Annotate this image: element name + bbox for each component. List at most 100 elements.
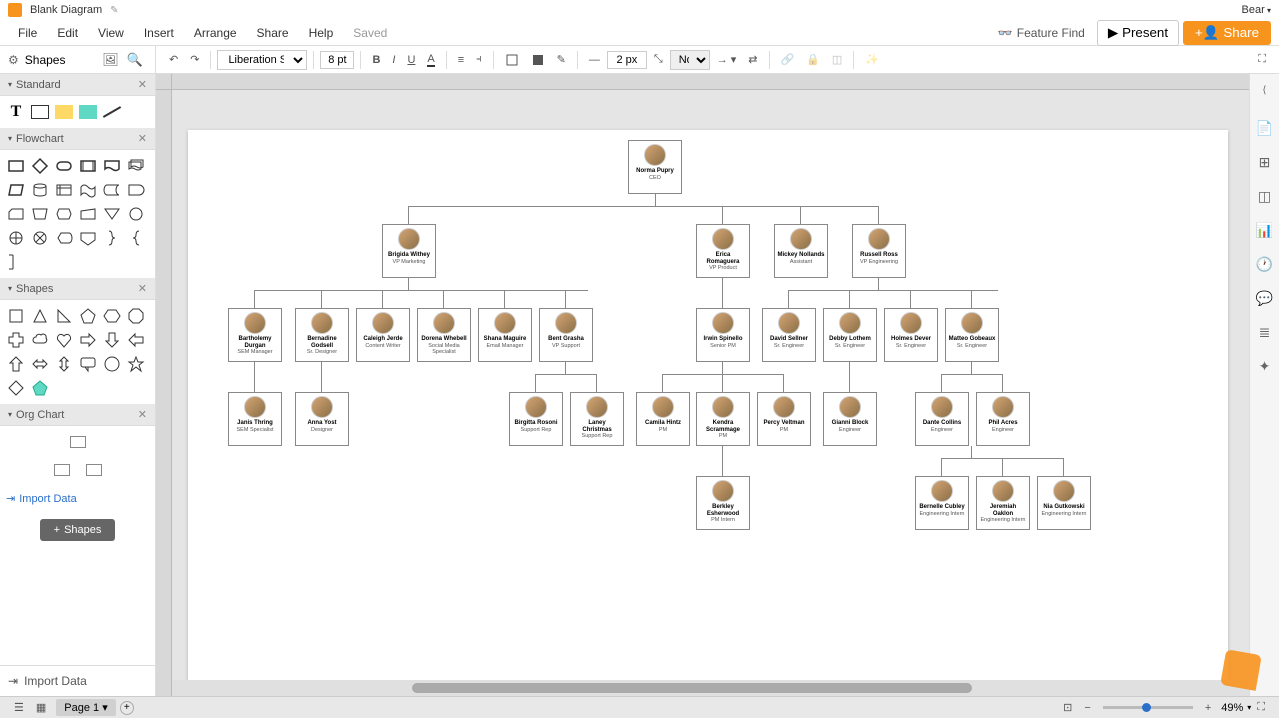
shape-offpage[interactable] [78, 228, 98, 248]
page-tab[interactable]: Page 1 ▾ [56, 699, 115, 716]
shape-note2[interactable] [6, 252, 26, 272]
menu-share[interactable]: Share [247, 22, 299, 44]
line-width-input[interactable] [607, 51, 647, 69]
shape-data[interactable] [6, 180, 26, 200]
line-route-button[interactable]: ⇄ [743, 50, 762, 69]
text-options-button[interactable]: ⫞ [471, 50, 487, 69]
menu-file[interactable]: File [8, 22, 47, 44]
org-node[interactable]: Laney ChristmasSupport Rep [570, 392, 624, 446]
org-node-ceo[interactable]: Norma Pupry CEO [628, 140, 682, 194]
shape-right-tri[interactable] [54, 306, 74, 326]
import-data-footer[interactable]: ⇥ Import Data [0, 665, 155, 696]
shape-heart[interactable] [54, 330, 74, 350]
feature-find-button[interactable]: 👓 Feature Find [990, 22, 1093, 44]
zoom-in-button[interactable]: + [1199, 700, 1217, 716]
document-title[interactable]: Blank Diagram [30, 4, 102, 16]
fill-color-button[interactable] [526, 50, 550, 70]
font-size-input[interactable] [320, 51, 354, 69]
shape-arrow-u[interactable] [6, 354, 26, 374]
section-flowchart[interactable]: ▾ Flowchart ✕ [0, 128, 155, 150]
import-data-link[interactable]: ⇥ Import Data [0, 486, 155, 511]
fill-button[interactable] [500, 50, 524, 70]
shape-document[interactable] [102, 156, 122, 176]
org-node[interactable]: Caleigh JerdeContent Writer [356, 308, 410, 362]
org-node[interactable]: David SellnerSr. Engineer [762, 308, 816, 362]
shape-cross[interactable] [6, 330, 26, 350]
shape-internal[interactable] [54, 180, 74, 200]
font-family-select[interactable]: Liberation Sans [217, 50, 307, 70]
align-button[interactable]: ≡ [453, 51, 469, 69]
shape-rectangle[interactable] [30, 102, 50, 122]
org-node[interactable]: Debby LothemSr. Engineer [823, 308, 877, 362]
canvas-viewport[interactable]: Norma Pupry CEO Brigida WitheyVP Marketi… [172, 90, 1249, 680]
org-node[interactable]: Matteo GobeauxSr. Engineer [945, 308, 999, 362]
present-button[interactable]: ▶ Present [1097, 20, 1179, 46]
shape-process[interactable] [6, 156, 26, 176]
shape-block[interactable] [78, 102, 98, 122]
shape-predefined[interactable] [78, 156, 98, 176]
org-node[interactable]: Kendra ScrammagePM [696, 392, 750, 446]
shape-manual2[interactable] [78, 204, 98, 224]
shape-square[interactable] [6, 306, 26, 326]
section-shapes[interactable]: ▾ Shapes ✕ [0, 278, 155, 300]
border-color-button[interactable]: ✎ [552, 50, 571, 69]
section-orgchart[interactable]: ▾ Org Chart ✕ [0, 404, 155, 426]
org-node[interactable]: Berkley EsherwoodPM Intern [696, 476, 750, 530]
org-node[interactable]: Irwin SpinelloSenior PM [696, 308, 750, 362]
magic-button[interactable]: ✨ [860, 50, 884, 69]
line-options-button[interactable]: ⤡ [649, 50, 668, 69]
org-node[interactable]: Percy VeltmanPM [757, 392, 811, 446]
zoom-slider[interactable] [1103, 706, 1193, 709]
image-icon[interactable]: 🖼 [98, 50, 123, 70]
shape-paper[interactable] [78, 180, 98, 200]
org-node[interactable]: Gianni BlockEngineer [823, 392, 877, 446]
panel-metrics-icon[interactable]: 📊 [1255, 220, 1275, 240]
org-node[interactable]: Phil AcresEngineer [976, 392, 1030, 446]
shape-multidoc[interactable] [126, 156, 146, 176]
org-node[interactable]: Bernelle CubleyEngineering Intern [915, 476, 969, 530]
text-color-button[interactable]: A [422, 50, 439, 70]
gear-icon[interactable]: ⚙ [8, 53, 19, 67]
panel-history-icon[interactable]: 🕐 [1255, 254, 1275, 274]
shape-star[interactable] [126, 354, 146, 374]
shape-tri[interactable] [102, 204, 122, 224]
page[interactable]: Norma Pupry CEO Brigida WitheyVP Marketi… [188, 130, 1228, 680]
shape-manual[interactable] [30, 204, 50, 224]
shape-arrow-d[interactable] [102, 330, 122, 350]
close-icon[interactable]: ✕ [138, 78, 147, 91]
org-node[interactable]: Holmes DeverSr. Engineer [884, 308, 938, 362]
add-page-button[interactable]: + [120, 701, 134, 715]
collapse-icon[interactable]: ⟨ [1255, 80, 1275, 100]
zoom-out-button[interactable]: − [1078, 700, 1096, 716]
shape-sum[interactable] [30, 228, 50, 248]
shape-note[interactable] [54, 102, 74, 122]
shape-delay[interactable] [126, 180, 146, 200]
shape-decision[interactable] [30, 156, 50, 176]
shape-brace-r[interactable] [102, 228, 122, 248]
link-button[interactable]: 🔗 [776, 50, 800, 69]
folder-icon[interactable] [8, 3, 22, 17]
org-node[interactable]: Jeremiah OaklonEngineering Intern [976, 476, 1030, 530]
shape-terminator[interactable] [54, 156, 74, 176]
org-node[interactable]: Brigida WitheyVP Marketing [382, 224, 436, 278]
panel-actions-icon[interactable]: ✦ [1255, 356, 1275, 376]
org-node[interactable]: Dante CollinsEngineer [915, 392, 969, 446]
shape-pentagon[interactable] [78, 306, 98, 326]
org-node[interactable]: Russell RossVP Engineering [852, 224, 906, 278]
bold-button[interactable]: B [367, 51, 385, 69]
shape-pentagon2[interactable] [30, 378, 50, 398]
shape-database[interactable] [30, 180, 50, 200]
shape-cloud[interactable] [30, 330, 50, 350]
menu-help[interactable]: Help [299, 22, 344, 44]
shape-text[interactable]: T [6, 102, 26, 122]
shape-callout[interactable] [78, 354, 98, 374]
shape-arrow-lr[interactable] [30, 354, 50, 374]
panel-doc-icon[interactable]: 📄 [1255, 118, 1275, 138]
close-icon[interactable]: ✕ [138, 132, 147, 145]
org-node[interactable]: Anna YostDesigner [295, 392, 349, 446]
org-node[interactable]: Nia GutkowskiEngineering Intern [1037, 476, 1091, 530]
shape-arrow-r[interactable] [78, 330, 98, 350]
italic-button[interactable]: I [387, 51, 400, 69]
panel-comments-icon[interactable]: 💬 [1255, 288, 1275, 308]
user-menu[interactable]: Bear [1242, 4, 1272, 16]
